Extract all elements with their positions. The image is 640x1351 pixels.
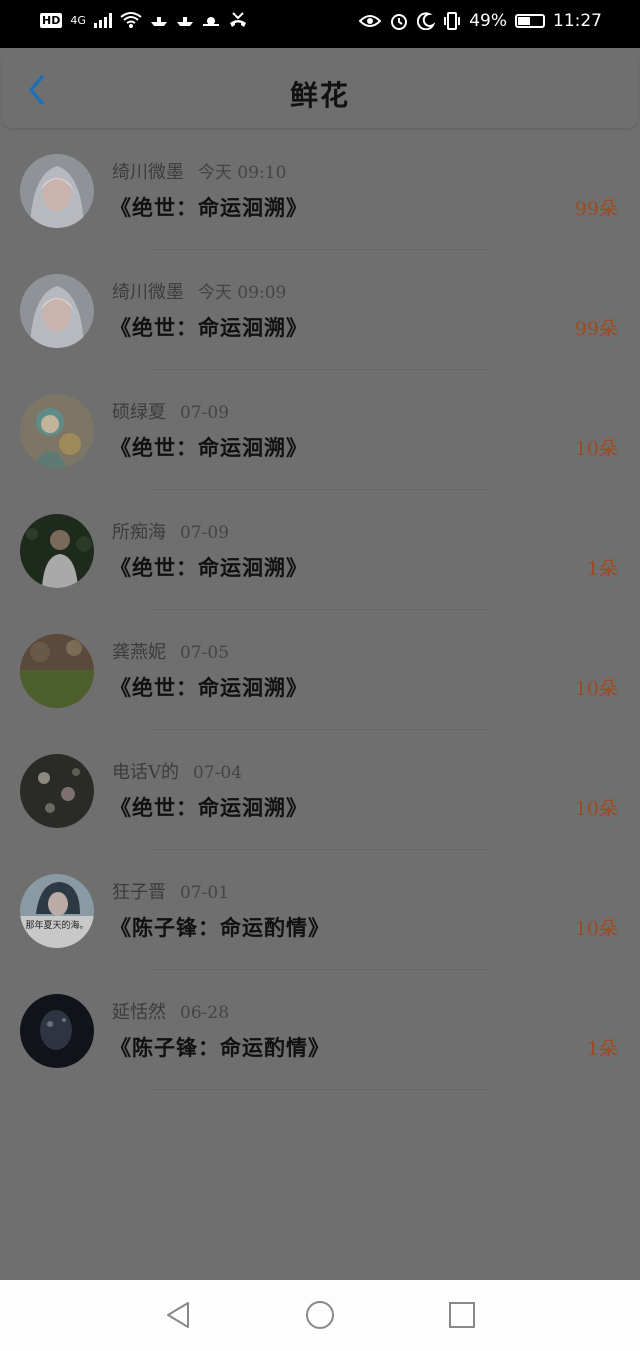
sender-line: 狂子晋 07-01 xyxy=(112,878,229,904)
book-title: 《陈子锋：命运酌情》 xyxy=(110,1035,330,1060)
book-title: 《绝世：命运洄溯》 xyxy=(110,795,308,820)
sender-name: 狂子晋 xyxy=(112,882,166,903)
avatar[interactable] xyxy=(20,634,94,708)
avatar[interactable] xyxy=(20,274,94,348)
app-header: 鲜花 xyxy=(2,52,638,128)
book-title: 《绝世：命运洄溯》 xyxy=(110,675,308,700)
flower-count: 10朵 xyxy=(574,438,618,460)
avatar[interactable] xyxy=(20,154,94,228)
clock: 11:27 xyxy=(553,11,602,31)
avatar[interactable] xyxy=(20,394,94,468)
eye-icon xyxy=(359,15,382,27)
flower-count: 99朵 xyxy=(574,198,618,220)
list-item[interactable]: 那年夏天的海。 狂子晋 07-01 《陈子锋：命运酌情》 10朵 xyxy=(0,850,640,970)
status-left: HD 4G xyxy=(40,11,248,29)
avatar[interactable]: 那年夏天的海。 xyxy=(20,874,94,948)
sender-name: 延恬然 xyxy=(112,1002,166,1023)
avatar[interactable] xyxy=(20,514,94,588)
boat-icon xyxy=(176,17,193,26)
flower-count: 1朵 xyxy=(586,558,618,580)
list-item[interactable]: 绮川微墨 今天 09:09 《绝世：命运洄溯》 99朵 xyxy=(0,250,640,370)
status-right: 49% 11:27 xyxy=(359,11,602,31)
sender-name: 硕绿夏 xyxy=(112,402,166,423)
list-item[interactable]: 所痴海 07-09 《绝世：命运洄溯》 1朵 xyxy=(0,490,640,610)
book-title: 《绝世：命运洄溯》 xyxy=(110,435,308,460)
sender-line: 硕绿夏 07-09 xyxy=(112,398,229,424)
moon-icon xyxy=(417,12,436,30)
send-time: 07-09 xyxy=(180,523,230,543)
network-type: 4G xyxy=(70,13,86,27)
sender-name: 所痴海 xyxy=(112,522,166,543)
vibrate-icon xyxy=(444,12,461,30)
list-item[interactable]: 电话V的 07-04 《绝世：命运洄溯》 10朵 xyxy=(0,730,640,850)
sunrise-icon xyxy=(202,17,219,26)
missed-call-icon xyxy=(229,12,246,27)
book-title: 《绝世：命运洄溯》 xyxy=(110,315,308,340)
list-item[interactable]: 绮川微墨 今天 09:10 《绝世：命运洄溯》 99朵 xyxy=(0,130,640,250)
sender-name: 绮川微墨 xyxy=(112,282,184,303)
signal-icon xyxy=(93,12,112,28)
recents-square-icon[interactable] xyxy=(447,1300,477,1330)
sender-name: 龚燕妮 xyxy=(112,642,166,663)
list-item[interactable]: 硕绿夏 07-09 《绝世：命运洄溯》 10朵 xyxy=(0,370,640,490)
flower-count: 1朵 xyxy=(586,1038,618,1060)
flower-count: 10朵 xyxy=(574,798,618,820)
send-time: 07-01 xyxy=(180,883,230,903)
flower-count: 99朵 xyxy=(574,318,618,340)
sender-line: 电话V的 07-04 xyxy=(112,758,242,784)
book-title: 《陈子锋：命运酌情》 xyxy=(110,915,330,940)
avatar-caption: 那年夏天的海。 xyxy=(25,919,88,931)
flower-list: 绮川微墨 今天 09:10 《绝世：命运洄溯》 99朵 绮川微墨 今天 09:09 … xyxy=(0,130,640,1090)
avatar[interactable] xyxy=(20,754,94,828)
back-triangle-icon[interactable] xyxy=(163,1300,193,1330)
send-time: 今天 09:09 xyxy=(198,283,287,303)
avatar[interactable] xyxy=(20,994,94,1068)
book-title: 《绝世：命运洄溯》 xyxy=(110,195,308,220)
sender-line: 延恬然 06-28 xyxy=(112,998,229,1024)
sender-name: 电话V的 xyxy=(112,762,179,783)
book-title: 《绝世：命运洄溯》 xyxy=(110,555,308,580)
sender-line: 龚燕妮 07-05 xyxy=(112,638,229,664)
alarm-icon xyxy=(391,14,408,30)
sender-line: 绮川微墨 今天 09:09 xyxy=(112,278,286,304)
battery-percent: 49% xyxy=(469,11,507,31)
sender-line: 绮川微墨 今天 09:10 xyxy=(112,158,286,184)
send-time: 06-28 xyxy=(180,1003,230,1023)
sender-line: 所痴海 07-09 xyxy=(112,518,229,544)
system-nav-bar xyxy=(0,1280,640,1351)
list-item[interactable]: 延恬然 06-28 《陈子锋：命运酌情》 1朵 xyxy=(0,970,640,1090)
list-item[interactable]: 龚燕妮 07-05 《绝世：命运洄溯》 10朵 xyxy=(0,610,640,730)
sender-name: 绮川微墨 xyxy=(112,162,184,183)
page-title: 鲜花 xyxy=(289,79,350,112)
send-time: 07-04 xyxy=(193,763,243,783)
flower-count: 10朵 xyxy=(574,918,618,940)
home-circle-icon[interactable] xyxy=(305,1300,335,1330)
send-time: 07-05 xyxy=(180,643,230,663)
hd-icon: HD xyxy=(40,12,63,28)
wifi-icon xyxy=(120,12,142,28)
send-time: 07-09 xyxy=(180,403,230,423)
boat-icon xyxy=(150,17,167,26)
battery-icon xyxy=(515,14,545,28)
send-time: 今天 09:10 xyxy=(198,163,287,183)
flower-count: 10朵 xyxy=(574,678,618,700)
status-bar: HD 4G 49% 11:27 xyxy=(0,0,640,48)
